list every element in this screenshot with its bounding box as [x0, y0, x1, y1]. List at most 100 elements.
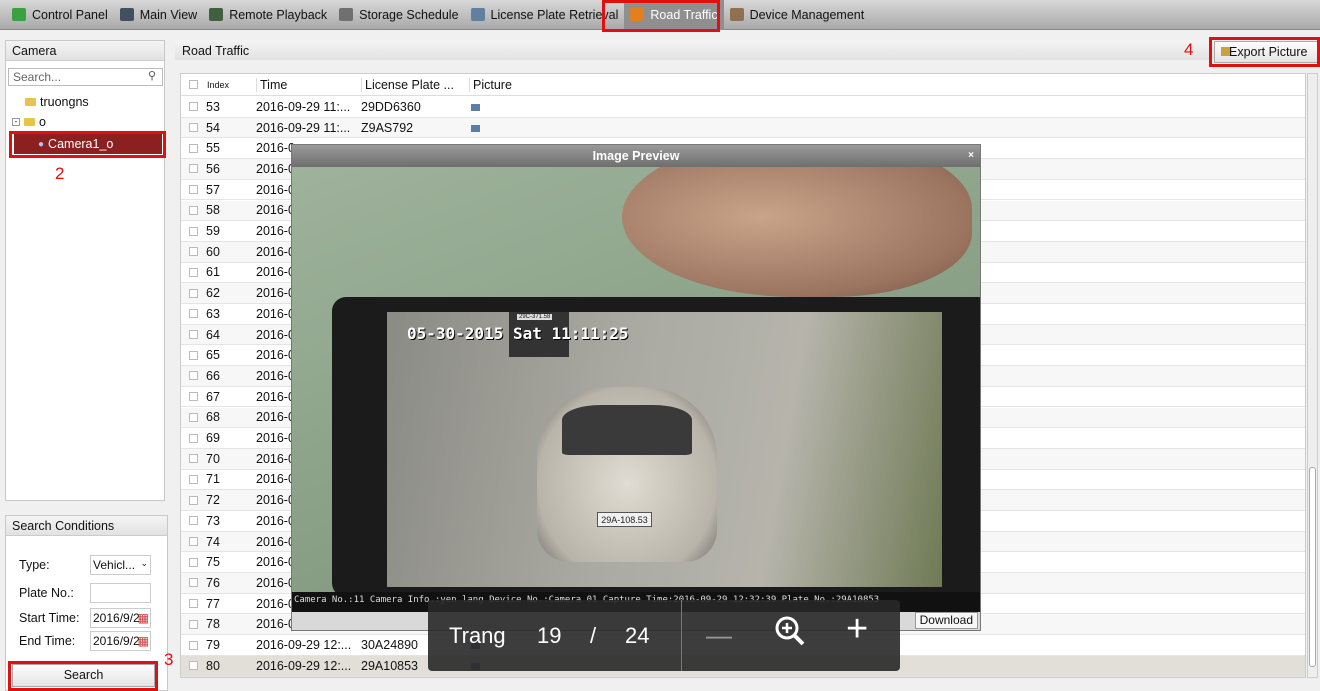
cell-time: 2016-09-29 11:... [256, 99, 351, 114]
collapse-icon[interactable]: - [12, 118, 20, 126]
cell-plate: Z9AS792 [361, 120, 414, 135]
nav-tab-label: Storage Schedule [359, 7, 459, 22]
row-checkbox[interactable] [189, 143, 198, 153]
calendar-icon[interactable]: ▦ [138, 634, 149, 648]
row-checkbox[interactable] [189, 640, 198, 650]
export-picture-button[interactable]: Export Picture [1214, 41, 1318, 63]
row-checkbox[interactable] [189, 288, 198, 298]
row-checkbox[interactable] [189, 226, 198, 236]
start-time-label: Start Time: [19, 611, 80, 625]
search-conditions-title: Search Conditions [6, 516, 167, 536]
nav-tab-license-plate-retrieval[interactable]: License Plate Retrieval [465, 0, 625, 30]
row-checkbox[interactable] [189, 557, 198, 567]
plate-input[interactable] [90, 583, 151, 603]
tree-label: Camera1_o [48, 137, 114, 151]
cell-time: 2016-09-29 11:... [256, 120, 351, 135]
select-all-checkbox[interactable] [189, 80, 198, 89]
column-time[interactable]: Time [256, 77, 288, 92]
row-checkbox[interactable] [189, 102, 198, 112]
cell-index: 63 [206, 306, 220, 321]
row-checkbox[interactable] [189, 392, 198, 402]
cell-index: 59 [206, 224, 220, 239]
cell-index: 74 [206, 534, 220, 549]
cell-index: 56 [206, 161, 220, 176]
row-checkbox[interactable] [189, 371, 198, 381]
picture-icon[interactable] [471, 103, 480, 111]
cell-index: 60 [206, 244, 220, 259]
cell-index: 69 [206, 431, 220, 446]
cell-time: 2016-09-29 12:... [256, 658, 352, 673]
close-icon[interactable]: × [968, 145, 974, 167]
folder-icon [25, 98, 36, 106]
row-checkbox[interactable] [189, 599, 198, 609]
row-checkbox[interactable] [189, 516, 198, 526]
tree-item-camera1-o[interactable]: ● Camera1_o [14, 134, 162, 154]
calendar-icon[interactable]: ▦ [138, 611, 149, 625]
table-scrollbar[interactable] [1307, 73, 1318, 678]
nav-tab-label: Control Panel [32, 7, 108, 22]
finger [622, 167, 972, 297]
tree-item-truongns[interactable]: truongns [25, 95, 89, 109]
row-checkbox[interactable] [189, 123, 198, 133]
camera-icon: ● [38, 138, 45, 150]
search-button[interactable]: Search [12, 664, 155, 687]
nav-tab-label: Device Management [749, 7, 865, 22]
top-nav: Control Panel Main View Remote Playback Sto… [0, 0, 1320, 30]
end-time-label: End Time: [19, 634, 76, 648]
camera-search-input[interactable]: Search... [8, 68, 163, 86]
start-time-input[interactable]: 2016/9/2 ▦ [90, 608, 151, 628]
table-row[interactable]: 53 2016-09-29 11:... 29DD6360 [181, 97, 1305, 118]
divider [681, 600, 682, 671]
folder-icon [24, 118, 35, 126]
tree-item-o[interactable]: -o [12, 115, 46, 129]
column-picture[interactable]: Picture [469, 77, 512, 92]
row-checkbox[interactable] [189, 205, 198, 215]
row-checkbox[interactable] [189, 185, 198, 195]
cell-index: 67 [206, 389, 220, 404]
nav-tab-label: Main View [139, 7, 198, 22]
row-checkbox[interactable] [189, 309, 198, 319]
picture-icon[interactable] [471, 124, 480, 132]
column-plate[interactable]: License Plate ... [361, 77, 454, 92]
nav-tab-main-view[interactable]: Main View [114, 0, 203, 30]
row-checkbox[interactable] [189, 454, 198, 464]
nav-tab-device-management[interactable]: Device Management [724, 0, 871, 30]
download-button[interactable]: Download [914, 612, 978, 629]
cell-index: 79 [206, 638, 220, 653]
row-checkbox[interactable] [189, 412, 198, 422]
row-checkbox[interactable] [189, 661, 198, 671]
nav-tab-control-panel[interactable]: Control Panel [0, 0, 114, 30]
zoom-out-button[interactable]: — [706, 620, 732, 651]
row-checkbox[interactable] [189, 247, 198, 257]
remote-playback-icon [209, 8, 224, 21]
row-checkbox[interactable] [189, 537, 198, 547]
cell-index: 53 [206, 99, 220, 114]
row-checkbox[interactable] [189, 267, 198, 277]
row-checkbox[interactable] [189, 474, 198, 484]
nav-tab-storage-schedule[interactable]: Storage Schedule [333, 0, 464, 30]
cell-index: 78 [206, 617, 220, 632]
small-plate: 29C-371.58 [517, 314, 553, 320]
end-time-input[interactable]: 2016/9/2 ▦ [90, 631, 151, 651]
nav-tab-remote-playback[interactable]: Remote Playback [203, 0, 333, 30]
zoom-in-icon[interactable] [773, 614, 807, 648]
row-checkbox[interactable] [189, 164, 198, 174]
row-checkbox[interactable] [189, 350, 198, 360]
type-select[interactable]: Vehicl... ⌄ [90, 555, 151, 575]
row-checkbox[interactable] [189, 578, 198, 588]
nav-tab-label: Remote Playback [229, 7, 328, 22]
total-pages: 24 [625, 622, 650, 648]
row-checkbox[interactable] [189, 330, 198, 340]
nav-tab-road-traffic[interactable]: Road Traffic [624, 0, 724, 30]
row-checkbox[interactable] [189, 619, 198, 629]
cell-index: 57 [206, 182, 220, 197]
row-checkbox[interactable] [189, 495, 198, 505]
current-page-input[interactable]: 19 [537, 623, 561, 649]
row-checkbox[interactable] [189, 433, 198, 443]
table-row[interactable]: 54 2016-09-29 11:... Z9AS792 [181, 117, 1305, 139]
search-icon[interactable]: ⚲ [148, 69, 156, 82]
scrollbar-thumb[interactable] [1309, 467, 1316, 667]
license-plate: 29A-108.53 [597, 512, 652, 527]
zoom-in-button[interactable]: + [846, 608, 868, 651]
column-index[interactable]: Index [206, 80, 256, 90]
